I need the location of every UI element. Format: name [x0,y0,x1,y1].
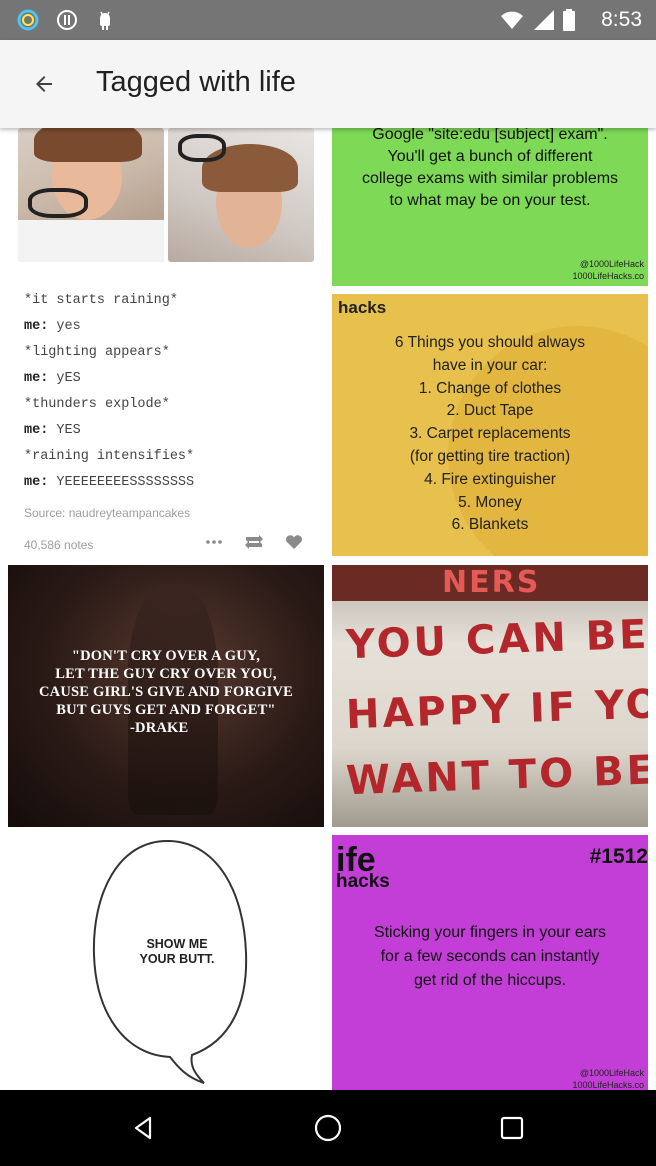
pink-credit-handle: @1000LifeHack [579,1068,644,1078]
reblog-icon [245,535,263,549]
drake-line: BUT GUYS GET AND FORGET" [56,702,276,718]
drake-quote-tile[interactable]: "DON'T CRY OVER A GUY, LET THE GUY CRY O… [8,565,324,827]
photo-collage-tile[interactable] [8,128,324,278]
image-grid[interactable]: Google "site:edu [subject] exam". You'll… [0,128,656,1090]
tumblr-line: me: yES [24,371,81,386]
pink-text: Sticking your fingers in your ears for a… [332,921,648,993]
green-lifehack-tile[interactable]: Google "site:edu [subject] exam". You'll… [332,128,648,286]
yellow-line: 4. Fire extinguisher [424,470,556,488]
tumblr-line: *thunders explode* [24,397,170,412]
yellow-header: hacks [338,298,387,317]
yellow-lifehack-tile[interactable]: hacks 6 Things you should always have in… [332,294,648,556]
yellow-line: 6 Things you should always [394,334,586,351]
status-bar: 8:53 [0,0,656,40]
yellow-line: 2. Duct Tape [446,402,534,420]
back-button[interactable] [20,60,68,108]
yellow-line: 6. Blankets [451,516,529,534]
yellow-line: 1. Change of clothes [418,379,562,397]
more-icon [206,540,222,544]
screen: 8:53 Tagged with life Google "site:edu [… [0,0,656,1166]
pink-line: get rid of the hiccups. [413,972,567,989]
wifi-icon [500,8,524,32]
tumblr-line: *it starts raining* [24,293,178,308]
arrow-back-icon [36,76,52,92]
app-bar: Tagged with life [0,40,656,128]
sign-line-3: WANT TO BE [345,747,648,805]
pink-line: Sticking your fingers in your ears [373,924,607,941]
battery-icon [562,8,578,32]
pink-number: #1512 [589,845,648,868]
nav-home-button[interactable] [304,1104,352,1152]
tumblr-text: *it starts raining* me: yes *lighting ap… [24,288,194,496]
tumblr-line: *raining intensifies* [24,449,195,464]
yellow-line: 3. Carpet replacements [409,425,571,443]
nav-back-button[interactable] [120,1104,168,1152]
tumblr-line: *lighting appears* [24,345,170,360]
speech-bubble-tile[interactable]: SHOW ME YOUR BUTT. [8,835,324,1090]
tumblr-actions [204,532,304,552]
drake-line: LET THE GUY CRY OVER YOU, [55,666,277,682]
sign-line-2: HAPPY IF YOU [345,679,648,739]
yellow-list: 6 Things you should always have in your … [332,332,648,537]
android-icon [93,8,117,32]
tumblr-notes: 40,586 notes [24,538,94,552]
bubble-line: SHOW ME [146,937,208,951]
sign-line-1: YOU CAN BE [345,611,648,669]
pink-subtitle: hacks [336,871,390,892]
sign-top-text: NERS [442,565,541,600]
pink-line: for a few seconds can instantly [380,948,600,965]
green-credit-handle: @1000LifeHack [579,259,644,269]
tumblr-line: me: YES [24,423,81,438]
pause-circle-icon [55,8,79,32]
drake-quote-text: "DON'T CRY OVER A GUY, LET THE GUY CRY O… [8,647,324,737]
photo-right [168,128,314,262]
back-triangle-icon [134,1116,152,1140]
nav-recents-button[interactable] [488,1104,536,1152]
circle-app-icon [16,8,40,32]
happy-sign-tile[interactable]: NERS YOU CAN BE HAPPY IF YOU WANT TO BE [332,565,648,827]
navigation-bar [0,1090,656,1166]
green-credit-site: 1000LifeHacks.co [572,271,644,281]
home-circle-icon [314,1114,342,1142]
drake-line: "DON'T CRY OVER A GUY, [71,648,261,664]
pink-lifehack-tile[interactable]: ife hacks #1512 Sticking your fingers in… [332,835,648,1090]
yellow-line: 5. Money [458,493,522,511]
green-line-1: Google "site:edu [subject] exam". [372,128,608,143]
status-time: 8:53 [601,8,642,31]
pink-credit: @1000LifeHack 1000LifeHacks.co [572,1067,644,1090]
heart-icon [286,535,302,549]
tumblr-line: me: YEEEEEEEESSSSSSSS [24,475,195,490]
photo-left [18,128,164,262]
drake-line: -DRAKE [130,720,189,736]
drake-line: CAUSE GIRL'S GIVE AND FORGIVE [39,684,293,700]
tumblr-line: me: yes [24,319,81,334]
pink-credit-site: 1000LifeHacks.co [572,1080,644,1090]
page-title: Tagged with life [96,66,296,98]
tumblr-source: Source: naudreyteampancakes [24,506,191,520]
bubble-text: SHOW ME YOUR BUTT. [112,937,242,967]
green-line-4: to what may be on your test. [389,192,591,209]
yellow-line: (for getting tire traction) [409,447,571,465]
green-line-3: college exams with similar problems [361,170,619,187]
recents-square-icon [500,1116,524,1140]
signal-icon [532,8,556,32]
green-line-2: You'll get a bunch of different [387,148,593,165]
green-credit: @1000LifeHack 1000LifeHacks.co [572,258,644,282]
yellow-line: have in your car: [432,356,548,374]
bubble-line: YOUR BUTT. [139,952,215,966]
sign-top-banner: NERS [332,565,648,601]
